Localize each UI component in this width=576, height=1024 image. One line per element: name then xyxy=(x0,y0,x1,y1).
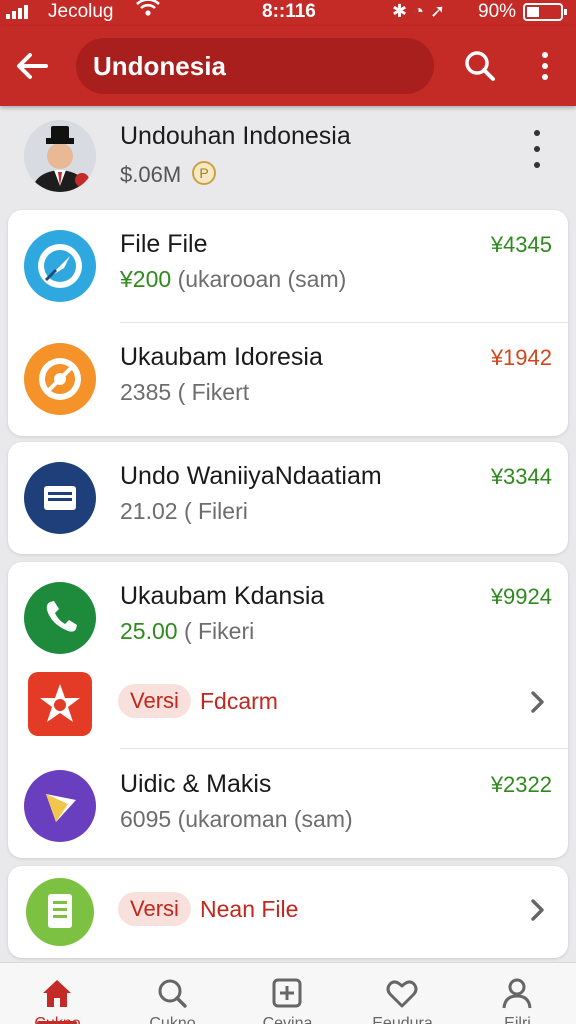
item-subtitle: 2385 ( Fikert xyxy=(120,379,250,405)
nav-profile[interactable]: Eilri xyxy=(460,963,575,1024)
profile-header: Undouhan Indonesia $.06M P xyxy=(0,108,576,206)
phone-icon xyxy=(24,582,96,654)
item-subtitle: 25.00 ( Fikeri xyxy=(120,618,255,644)
version-label: Nean File xyxy=(200,896,299,922)
app-bar: Undonesia xyxy=(0,26,576,106)
nav-label: Cukno xyxy=(149,1015,196,1024)
nav-home[interactable]: Cukno xyxy=(0,963,115,1024)
chevron-right-icon xyxy=(526,894,550,926)
nav-search[interactable]: Cukno xyxy=(115,963,230,1024)
item-subtitle: 6095 (ukaroman (sam) xyxy=(120,806,353,832)
transaction-card: Undo WaniiyaNdaatiam 21.02 ( Fileri ¥334… xyxy=(8,442,568,554)
orange-disc-icon xyxy=(24,343,96,415)
alarm-icon: ◔ xyxy=(413,1,430,21)
battery-percent: 90% xyxy=(478,1,517,22)
item-amount: ¥2322 xyxy=(490,772,552,797)
list-item[interactable]: File File ¥200 (ukarooan (sam) ¥4345 xyxy=(8,210,568,322)
more-vertical-icon[interactable] xyxy=(536,48,554,84)
search-icon[interactable] xyxy=(462,48,498,84)
item-amount: ¥4345 xyxy=(490,232,552,257)
version-badge: Versi xyxy=(118,892,191,926)
home-icon xyxy=(43,980,71,1007)
version-badge: Versi xyxy=(118,684,191,718)
back-arrow-icon[interactable] xyxy=(12,44,52,88)
profile-more-icon[interactable] xyxy=(530,128,544,170)
item-amount: ¥1942 xyxy=(490,345,552,370)
compass-icon xyxy=(24,230,96,302)
bluetooth-icon: ✱ xyxy=(392,1,414,21)
nav-label: Eilri xyxy=(504,1015,531,1024)
wifi-icon xyxy=(135,0,161,24)
bottom-navigation: Cukno Cukno Cevina Eeudura Eilri xyxy=(0,962,576,1024)
chevron-right-icon xyxy=(526,686,550,718)
list-item[interactable]: Undo WaniiyaNdaatiam 21.02 ( Fileri ¥334… xyxy=(8,442,568,554)
header-title-field[interactable]: Undonesia xyxy=(76,38,434,94)
list-item[interactable]: Ukaubam Idoresia 2385 ( Fikert ¥1942 xyxy=(8,323,568,435)
profile-name: Undouhan Indonesia xyxy=(120,122,351,150)
transaction-card: Ukaubam Kdansia 25.00 ( Fikeri ¥9924 Ver… xyxy=(8,562,568,858)
heart-icon xyxy=(386,980,418,1008)
transaction-card: File File ¥200 (ukarooan (sam) ¥4345 Uka… xyxy=(8,210,568,436)
item-subtitle: 21.02 ( Fileri xyxy=(120,498,248,524)
item-title: Undo WaniiyaNdaatiam xyxy=(120,462,382,490)
item-title: Ukaubam Idoresia xyxy=(120,343,323,371)
version-row[interactable]: Versi Fdcarm xyxy=(8,660,568,748)
nav-favorites[interactable]: Eeudura xyxy=(345,963,460,1024)
version-label: Fdcarm xyxy=(200,688,278,714)
file-icon xyxy=(26,878,94,946)
item-title: Uidic & Makis xyxy=(120,770,272,798)
user-icon xyxy=(502,978,532,1009)
carrier-name: Jecolug xyxy=(48,1,114,22)
star-icon xyxy=(28,672,92,736)
page-title: Undonesia xyxy=(93,51,226,81)
status-icons: ✱◔➚ xyxy=(392,1,451,22)
triangle-icon xyxy=(24,770,96,842)
item-amount: ¥3344 xyxy=(490,464,552,489)
search-icon xyxy=(158,979,187,1008)
list-item[interactable]: Uidic & Makis 6095 (ukaroman (sam) ¥2322 xyxy=(8,750,568,858)
coin-icon: P xyxy=(192,161,216,185)
divider xyxy=(120,748,568,749)
item-subtitle: ¥200 (ukarooan (sam) xyxy=(120,266,347,292)
nav-create[interactable]: Cevina xyxy=(230,963,345,1024)
nav-label: Eeudura xyxy=(372,1015,433,1024)
list-item[interactable]: Ukaubam Kdansia 25.00 ( Fikeri ¥9924 xyxy=(8,562,568,674)
avatar[interactable] xyxy=(24,120,96,192)
version-card: Versi Nean File xyxy=(8,866,568,958)
profile-balance: $.06M xyxy=(120,162,182,187)
document-icon xyxy=(24,462,96,534)
battery-icon xyxy=(523,3,567,21)
status-bar: Jecolug 8::116 ✱◔➚ 90% xyxy=(0,0,576,26)
item-amount: ¥9924 xyxy=(490,584,552,609)
signal-icon xyxy=(6,5,28,19)
location-icon: ➚ xyxy=(429,1,452,21)
version-row[interactable]: Versi Nean File xyxy=(8,868,568,956)
item-title: Ukaubam Kdansia xyxy=(120,582,325,610)
clock: 8::116 xyxy=(262,1,316,22)
plus-square-icon xyxy=(272,978,302,1008)
nav-label: Cevina xyxy=(262,1015,313,1024)
item-title: File File xyxy=(120,230,208,258)
